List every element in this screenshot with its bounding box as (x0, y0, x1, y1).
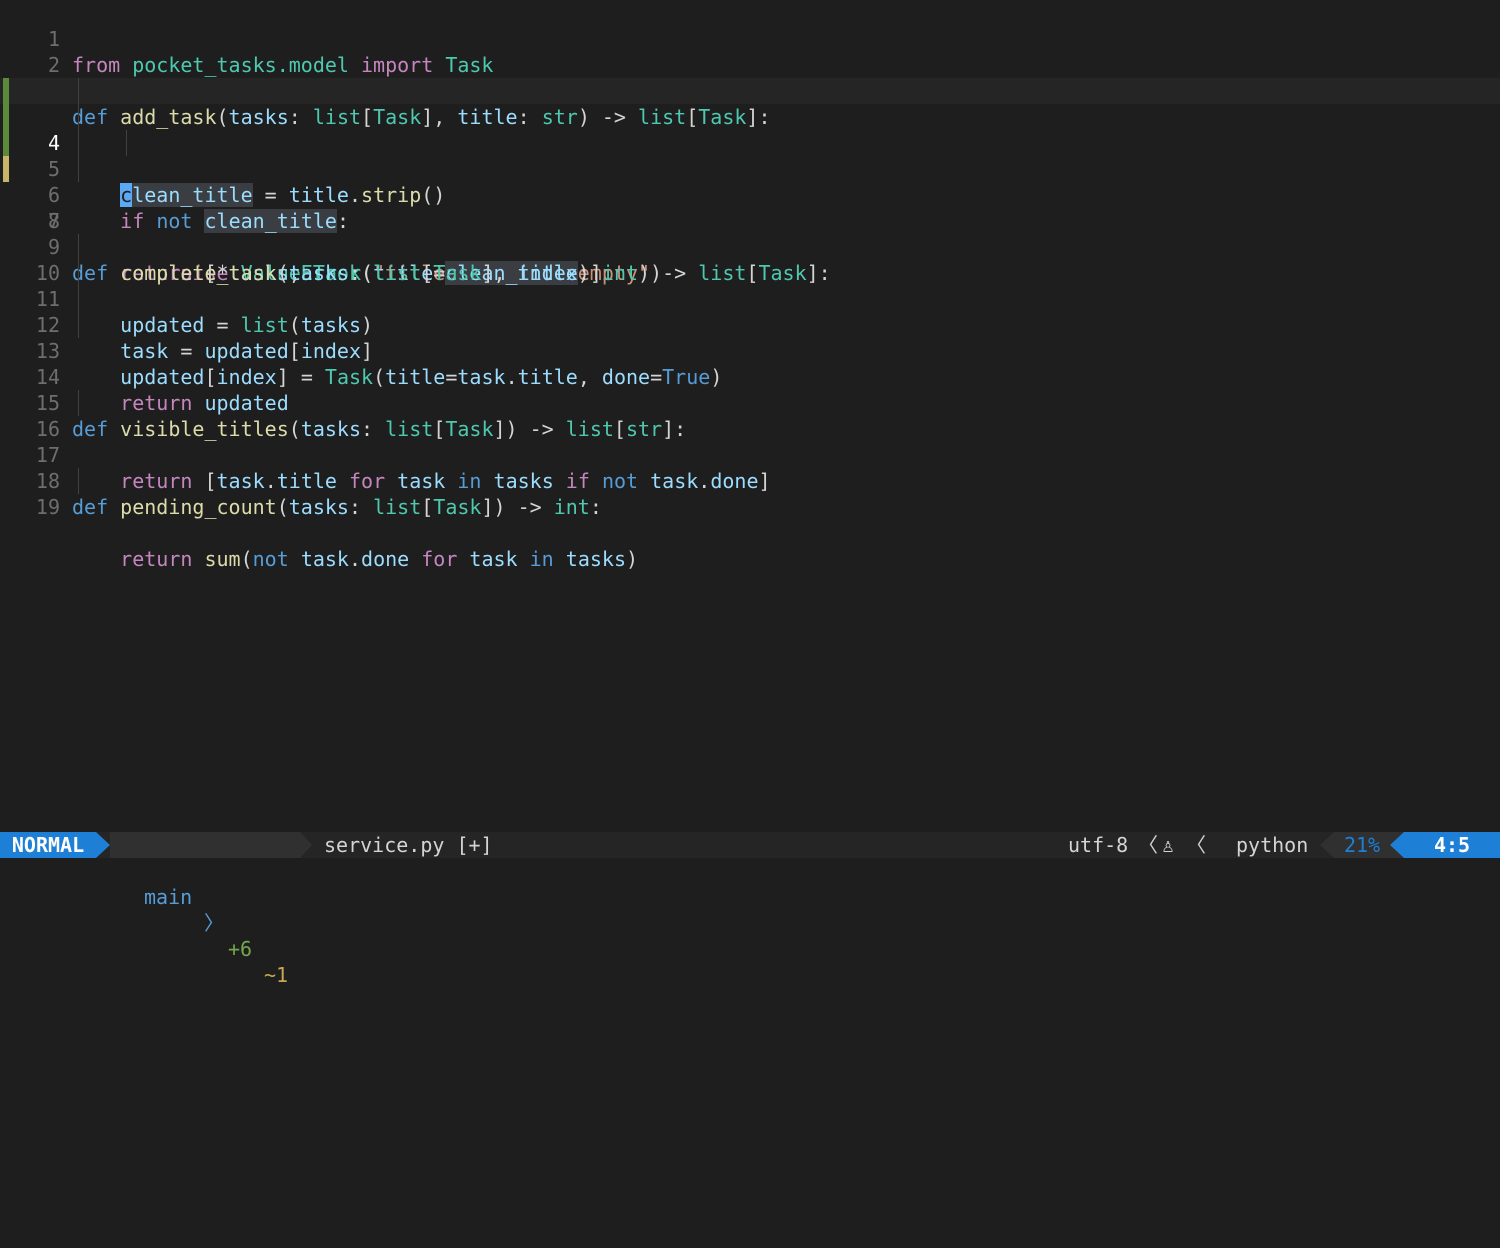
git-added-marker (3, 104, 9, 130)
separator-arrow (96, 832, 110, 858)
file-encoding: utf-8 (1068, 833, 1129, 857)
indent-guide (78, 104, 79, 130)
code-line-7[interactable]: 7 return [*tasks, Task(title=clean_title… (0, 156, 1500, 285)
code-line-17[interactable]: 17 (0, 416, 1500, 467)
code-text: return sum(not task.done for task in tas… (120, 547, 639, 571)
code-line-19[interactable]: 19 return sum(not task.done for task in … (0, 468, 1500, 571)
code-editor[interactable]: 1 from pocket_tasks.model import Task 2 … (0, 0, 1500, 832)
line-number: 19 (35, 495, 60, 519)
git-status[interactable]: ᛘ main 〉 +6 ~1 (110, 832, 300, 987)
git-changed-count: ~1 (264, 963, 289, 987)
indent-guide (126, 130, 127, 156)
code-line-10[interactable]: 10 updated = list(tasks) (0, 234, 1500, 337)
code-line-6[interactable]: 6 raise ValueError("title cannot be empt… (0, 130, 1500, 285)
indent-guide (78, 156, 79, 182)
code-line-3[interactable]: 3 def add_task(tasks: list[Task], title:… (0, 52, 1500, 129)
chevron-left-icon: 〈 (1186, 833, 1206, 857)
command-line[interactable] (0, 858, 1500, 885)
linux-icon: ♙ (1162, 833, 1175, 857)
indent-guide (78, 130, 79, 156)
git-added-marker (3, 130, 9, 156)
chevron-left-icon: 〈 (1138, 833, 1158, 857)
indent-guide (78, 390, 79, 416)
indent-guide (78, 260, 79, 286)
indent-guide (78, 234, 79, 260)
cursor-position: 4:5 (1404, 832, 1500, 858)
code-line-16[interactable]: 16 return [task.title for task in tasks … (0, 390, 1500, 493)
code-line-14[interactable]: 14 (0, 338, 1500, 389)
indent-guide (78, 78, 79, 104)
branch-name: main (144, 885, 193, 909)
file-name: service.py [+] (324, 833, 493, 857)
status-bar: NORMAL ᛘ main 〉 +6 ~1 service.py [+] utf… (0, 832, 1500, 987)
code-line-12[interactable]: 12 updated[index] = Task(title=task.titl… (0, 286, 1500, 389)
git-added-marker (3, 78, 9, 104)
code-line-5[interactable]: 5 if not clean_title: (0, 104, 1500, 233)
git-modified-marker (3, 156, 9, 182)
code-line-1[interactable]: 1 from pocket_tasks.model import Task (0, 0, 1500, 77)
code-line-4[interactable]: 4 clean_title = title.strip() (0, 78, 1500, 207)
indent-guide (78, 286, 79, 312)
indent-guide (78, 468, 79, 494)
mode-indicator: NORMAL (0, 832, 96, 858)
code-line-18[interactable]: 18 def pending_count(tasks: list[Task]) … (0, 442, 1500, 519)
scroll-percent: 21% (1334, 832, 1390, 858)
separator-arrow (1390, 832, 1404, 858)
separator-arrow (1320, 832, 1334, 858)
file-type: python (1236, 833, 1309, 857)
chevron-right-icon: 〉 (204, 911, 224, 935)
code-line-11[interactable]: 11 task = updated[index] (0, 260, 1500, 363)
code-line-15[interactable]: 15 def visible_titles(tasks: list[Task])… (0, 364, 1500, 441)
code-line-2[interactable]: 2 (0, 26, 1500, 77)
code-line-9[interactable]: 9 def complete_task(tasks: list[Task], i… (0, 208, 1500, 285)
separator-arrow (300, 832, 312, 858)
code-line-13[interactable]: 13 return updated (0, 312, 1500, 415)
code-line-8[interactable]: 8 (0, 182, 1500, 233)
code-text: def pending_count(tasks: list[Task]) -> … (72, 495, 602, 519)
git-added-count: +6 (228, 937, 253, 961)
python-icon (1212, 832, 1278, 879)
indent-guide (78, 312, 79, 338)
